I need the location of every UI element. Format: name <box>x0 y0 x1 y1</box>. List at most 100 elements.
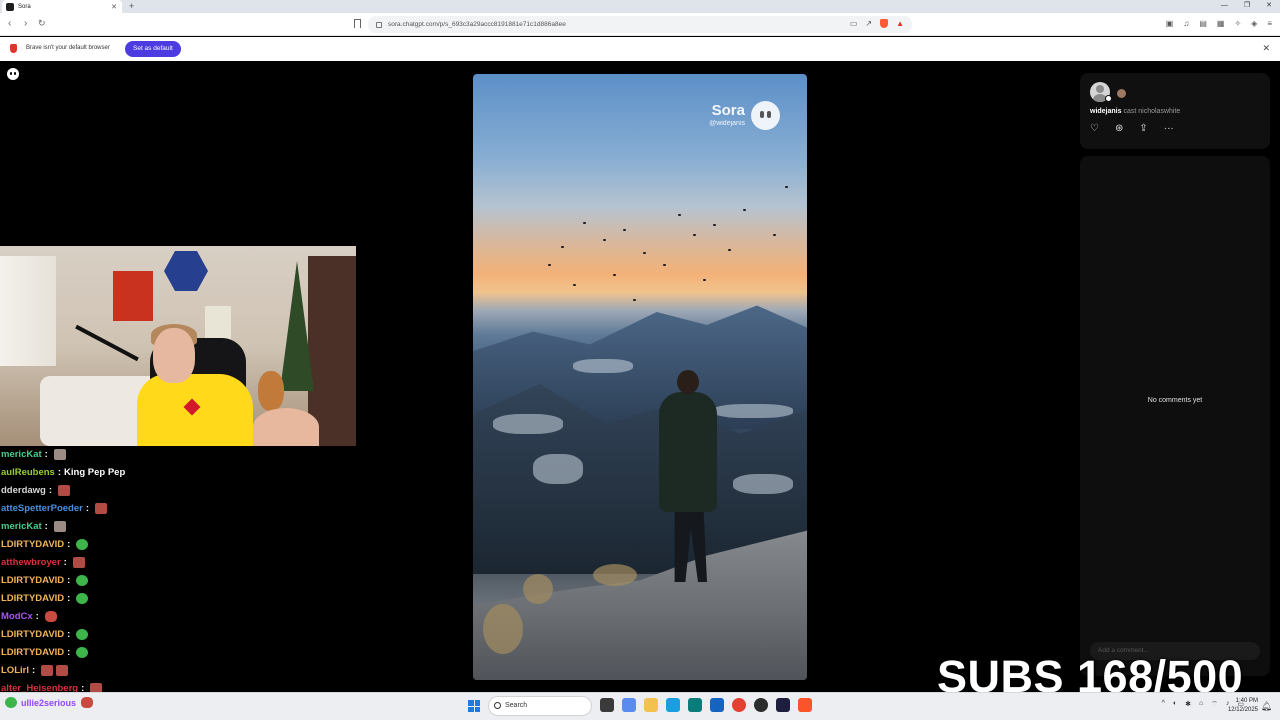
notifications-icon[interactable]: 🔔︎ <box>1261 701 1272 712</box>
chat-username[interactable]: mericKat <box>1 449 42 460</box>
chat-username[interactable]: atthewbroyer <box>1 557 61 568</box>
more-options-icon[interactable]: ··· <box>1164 123 1174 134</box>
webcam-poster <box>205 306 231 341</box>
chat-username[interactable]: LDIRTYDAVID <box>1 629 64 640</box>
tray-app-icon[interactable]: ◐ <box>1173 700 1177 709</box>
maximize-icon[interactable]: ❐ <box>1244 0 1250 12</box>
bird <box>583 222 586 224</box>
emote-icon <box>44 610 57 622</box>
chat-separator: : <box>44 448 48 460</box>
tray-app-icon[interactable]: ✱ <box>1185 700 1191 709</box>
reading-list-icon[interactable]: ▤ <box>1199 19 1207 28</box>
cast-user[interactable]: nicholaswhite <box>1138 108 1180 115</box>
chat-username[interactable]: LOLirl <box>1 665 29 676</box>
emote-icon <box>41 664 54 676</box>
chat-username[interactable]: LDIRTYDAVID <box>1 593 64 604</box>
forward-icon[interactable]: › <box>24 18 27 29</box>
sidebar-icon[interactable]: ▣ <box>1166 19 1174 28</box>
chat-separator: : <box>57 466 62 478</box>
bird <box>548 264 551 266</box>
store-icon[interactable] <box>688 698 702 712</box>
start-button-icon[interactable] <box>468 700 480 712</box>
cast-label: cast <box>1123 108 1137 115</box>
chat-username[interactable]: LDIRTYDAVID <box>1 647 64 658</box>
tray-app-icon[interactable]: ⌂ <box>1199 700 1203 709</box>
bookmark-icon[interactable] <box>354 19 361 28</box>
taskbar-search[interactable]: Search <box>488 696 592 716</box>
emote-icon <box>53 520 66 532</box>
brave-taskbar-icon[interactable] <box>798 698 812 712</box>
file-explorer-icon[interactable] <box>644 698 658 712</box>
taskbar-clock[interactable]: 1:40 PM 12/12/2025 <box>1228 697 1258 715</box>
minimize-icon[interactable]: — <box>1221 0 1228 12</box>
obs-icon[interactable] <box>754 698 768 712</box>
sora-logo-icon[interactable] <box>7 68 19 80</box>
author-name[interactable]: widejanis <box>1090 108 1122 115</box>
reader-mode-icon[interactable]: ▭ <box>850 19 858 28</box>
window-controls: — ❐ ✕ <box>1221 0 1272 12</box>
search-icon <box>494 702 501 709</box>
chrome-icon[interactable] <box>732 698 746 712</box>
remix-icon[interactable]: ⊛ <box>1115 123 1123 134</box>
brave-shields-icon[interactable] <box>880 19 889 28</box>
chat-message: LDIRTYDAVID: <box>1 572 89 588</box>
tray-chevron-icon[interactable]: ^ <box>1162 700 1165 709</box>
vpn-icon[interactable]: ◈ <box>1251 19 1257 28</box>
toolbar-right: ▣ ♫ ▤ ▦ ✧ ◈ ≡ <box>1166 19 1272 28</box>
set-as-default-button[interactable]: Set as default <box>125 41 181 57</box>
windows-taskbar: ullie2serious Search ^ ◐ ✱ ⌂ ⌔ ♪ ▭ 1:40 … <box>0 692 1280 720</box>
close-infobar-icon[interactable]: ✕ <box>1262 43 1270 54</box>
reload-icon[interactable]: ↻ <box>38 18 46 29</box>
bird <box>663 264 666 266</box>
brave-rewards-icon[interactable]: ▲ <box>896 19 904 28</box>
wallet-icon[interactable]: ▦ <box>1217 19 1225 28</box>
back-icon[interactable]: ‹ <box>8 18 11 29</box>
dry-grass <box>523 574 553 604</box>
chat-username[interactable]: mericKat <box>1 521 42 532</box>
sora-watermark: Sora @widejanis <box>709 102 745 127</box>
like-icon[interactable]: ♡ <box>1090 123 1099 134</box>
outlook-icon[interactable] <box>710 698 724 712</box>
close-tab-icon[interactable]: ✕ <box>111 3 117 11</box>
bird <box>773 234 776 236</box>
snow-patch <box>493 414 563 434</box>
chat-username[interactable]: ModCx <box>1 611 33 622</box>
browser-toolbar: ‹ › ↻ sora.chatgpt.com/p/s_693c3a29accc8… <box>0 13 1280 36</box>
chat-separator: : <box>67 538 71 550</box>
bird <box>633 299 636 301</box>
edge-icon[interactable] <box>666 698 680 712</box>
webcam-leg <box>253 408 319 446</box>
chat-username[interactable]: LDIRTYDAVID <box>1 575 64 586</box>
extensions-icon[interactable]: ✧ <box>1234 19 1241 28</box>
chat-username[interactable]: atteSpetterPoeder <box>1 503 83 514</box>
emote-icon <box>76 538 89 550</box>
chat-separator: : <box>85 502 90 514</box>
bird <box>713 224 716 226</box>
media-icon[interactable]: ♫ <box>1183 19 1189 28</box>
share-icon[interactable]: ↗ <box>865 19 872 28</box>
menu-icon[interactable]: ≡ <box>1267 19 1272 28</box>
bird <box>613 274 616 276</box>
cameo-avatar[interactable] <box>1117 89 1126 98</box>
site-info-icon[interactable] <box>376 21 382 28</box>
close-window-icon[interactable]: ✕ <box>1266 0 1272 12</box>
snow-patch <box>573 359 633 373</box>
chat-username[interactable]: aulReubens <box>1 467 55 478</box>
task-view-icon[interactable] <box>600 698 614 712</box>
emote-icon <box>53 448 66 460</box>
watermark-title: Sora <box>711 102 745 119</box>
copilot-icon[interactable] <box>622 698 636 712</box>
chat-separator: : <box>48 484 53 496</box>
search-label: Search <box>505 702 528 709</box>
video-player[interactable]: Sora @widejanis <box>473 74 807 680</box>
terminal-icon[interactable] <box>776 698 790 712</box>
new-tab-button[interactable]: + <box>129 0 134 12</box>
chat-username[interactable]: LDIRTYDAVID <box>1 539 64 550</box>
snow-patch <box>713 404 793 418</box>
emote-icon <box>76 628 89 640</box>
address-bar[interactable]: sora.chatgpt.com/p/s_693c3a29accc8191881… <box>368 16 912 33</box>
tab-sora[interactable]: Sora ✕ <box>2 0 122 13</box>
chat-username[interactable]: dderdawg <box>1 485 46 496</box>
share-icon[interactable]: ⇪ <box>1139 123 1147 134</box>
network-icon[interactable]: ⌔ <box>1211 700 1218 709</box>
